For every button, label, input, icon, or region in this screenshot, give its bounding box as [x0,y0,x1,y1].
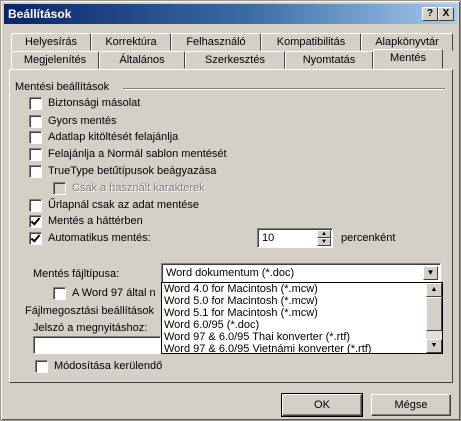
group-divider [123,88,445,90]
avoid-edit-checkbox[interactable] [35,359,48,373]
fast-save-checkbox[interactable] [29,114,42,128]
title-bar: Beállítások ? X [4,4,457,24]
avoid-edit-option[interactable]: Módosítása kerülendő [35,358,162,374]
fast-save-option[interactable]: Gyors mentés [29,113,116,129]
file-type-option[interactable]: Word 97 & 6.0/95 Vietnámi konverter (*.r… [162,343,442,353]
used-chars-option: Csak a használt karakterek [53,180,205,196]
file-type-option[interactable]: Word 6.0/95 (*.doc) [162,319,442,331]
file-type-option[interactable]: Word 97 & 6.0/95 Thai konverter (*.rtf) [162,331,442,343]
word97-option[interactable]: A Word 97 által n [53,285,156,301]
scroll-up-icon[interactable]: ▲ [426,283,442,297]
backup-copy-checkbox[interactable] [29,96,42,110]
prompt-properties-option[interactable]: Adatlap kitöltését felajánlja [29,129,178,145]
autosave-option[interactable]: Automatikus mentés: [29,230,151,246]
form-data-label: Űrlapnál csak az adat mentése [48,199,200,211]
embed-truetype-option[interactable]: TrueType betűtípusok beágyazása [29,163,216,179]
tab-altalanos[interactable]: Általános [99,51,185,69]
prompt-normal-option[interactable]: Felajánlja a Normál sablon mentését [29,146,227,162]
tab-row-front: Megjelenítés Általános Szerkesztés Nyomt… [11,49,443,69]
file-type-option[interactable]: Word 5.0 for Macintosh (*.mcw) [162,295,442,307]
spinner-down-icon[interactable]: ▼ [317,238,331,246]
word97-checkbox[interactable] [53,286,66,300]
embed-truetype-checkbox[interactable] [29,164,42,178]
help-button[interactable]: ? [422,7,438,21]
word97-label: A Word 97 által n [72,287,156,299]
autosave-minutes-value: 10 [262,232,275,244]
used-chars-label: Csak a használt karakterek [72,182,205,194]
used-chars-checkbox [53,181,66,195]
file-type-label: Mentés fájltípusa: [33,268,120,280]
tab-kompatibilitas[interactable]: Kompatibilitás [261,33,361,51]
backup-copy-label: Biztonsági másolat [48,97,141,109]
scroll-thumb[interactable] [426,297,442,331]
form-data-option[interactable]: Űrlapnál csak az adat mentése [29,197,199,213]
options-scrollbar[interactable]: ▲ ▼ [426,283,442,353]
prompt-normal-label: Felajánlja a Normál sablon mentését [48,148,227,160]
autosave-label: Automatikus mentés: [48,232,151,244]
prompt-normal-checkbox[interactable] [29,147,42,161]
close-button[interactable]: X [438,7,454,21]
backup-copy-option[interactable]: Biztonsági másolat [29,95,140,111]
embed-truetype-label: TrueType betűtípusok beágyazása [48,165,217,177]
prompt-properties-checkbox[interactable] [29,130,42,144]
cancel-button[interactable]: Mégse [371,394,451,416]
prompt-properties-label: Adatlap kitöltését felajánlja [48,131,179,143]
background-save-checkbox[interactable] [29,214,42,228]
background-save-label: Mentés a háttérben [48,215,143,227]
form-data-checkbox[interactable] [29,198,42,212]
file-type-options-list: Word 4.0 for Macintosh (*.mcw) Word 5.0 … [161,282,443,354]
autosave-unit-label: percenként [341,232,396,244]
autosave-minutes-spinner[interactable]: 10 ▲ ▼ [257,228,333,248]
autosave-checkbox[interactable] [29,231,42,245]
window-title: Beállítások [8,7,72,21]
tab-felhasznalo[interactable]: Felhasználó [171,33,261,51]
tab-korrektura[interactable]: Korrektúra [91,33,171,51]
password-field[interactable] [33,336,161,354]
tab-szerkesztes[interactable]: Szerkesztés [185,51,285,69]
tab-helyesiras[interactable]: Helyesírás [11,33,91,51]
file-type-option[interactable]: Word 4.0 for Macintosh (*.mcw) [162,283,442,295]
file-type-option[interactable]: Word 5.1 for Macintosh (*.mcw) [162,307,442,319]
spinner-up-icon[interactable]: ▲ [317,230,331,238]
background-save-option[interactable]: Mentés a háttérben [29,213,143,229]
tab-mentes[interactable]: Mentés [373,49,443,69]
file-type-selected: Word dokumentum (*.doc) [166,267,295,279]
tab-megjelenites[interactable]: Megjelenítés [11,51,99,69]
file-type-dropdown[interactable]: Word dokumentum (*.doc) ▼ [161,263,441,283]
spinner-buttons: ▲ ▼ [317,230,331,246]
fast-save-label: Gyors mentés [48,115,117,127]
options-dialog: Beállítások ? X Helyesírás Korrektúra Fe… [0,0,461,421]
scroll-down-icon[interactable]: ▼ [426,339,442,353]
sharing-title: Fájlmegosztási beállítások [25,305,155,317]
chevron-down-icon[interactable]: ▼ [423,266,438,280]
ok-button[interactable]: OK [281,393,363,417]
save-options-title: Mentési beállítások [15,81,110,93]
password-label: Jelszó a megnyitáshoz: [33,322,148,334]
avoid-edit-label: Módosítása kerülendő [54,360,163,372]
tab-nyomtatas[interactable]: Nyomtatás [285,51,373,69]
